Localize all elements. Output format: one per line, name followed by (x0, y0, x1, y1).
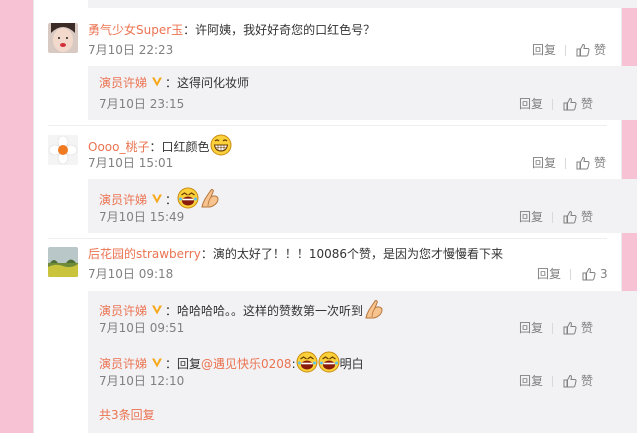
reply-time: 7月10日 23:15 (99, 97, 185, 111)
reply-time: 7月10日 12:10 (99, 374, 185, 388)
reply-button[interactable]: 回复 (519, 96, 543, 112)
verified-v-icon (151, 304, 163, 316)
like-button[interactable]: 赞 (563, 320, 593, 336)
mention-link[interactable]: @遇见快乐0208 (201, 357, 292, 371)
reply-box: 演员许娣 ： 7月10日 15:49 回复 赞 (88, 179, 637, 233)
reply-text-end: 明白 (339, 357, 364, 371)
comment-time: 7月10日 22:23 (88, 43, 174, 57)
pray-hands-emoji-icon (199, 187, 221, 209)
comment-text-line: 后花园的strawberry：演的太好了！！！10086个赞，是因为您才慢慢看下… (88, 246, 503, 262)
thumbs-up-icon (563, 97, 577, 111)
reply-button[interactable]: 回复 (532, 155, 556, 171)
like-label: 赞 (594, 43, 607, 57)
reply-button[interactable]: 回复 (537, 266, 561, 282)
reply-text-line: 演员许娣 ：这得问化妆师 (99, 75, 249, 91)
comment-text-line: 勇气少女Super玉：许阿姨，我好好奇您的口红色号？ (88, 22, 375, 38)
like-button[interactable]: 赞 (563, 209, 593, 225)
reply-author-link[interactable]: 演员许娣 (99, 76, 147, 90)
avatar[interactable] (48, 247, 78, 277)
like-button[interactable]: 赞 (576, 42, 606, 58)
verified-v-icon (151, 193, 163, 205)
laugh-emoji-icon (318, 351, 340, 373)
reply-box: 演员许娣 ：这得问化妆师 7月10日 23:15 回复 赞 (88, 66, 637, 120)
reply-text: ：这得问化妆师 (165, 76, 250, 90)
thumbs-up-icon (563, 210, 577, 224)
thumbs-up-icon (563, 374, 577, 388)
avatar-field-photo-icon (48, 247, 78, 277)
comment-text: ：许阿姨，我好好奇您的口红色号？ (183, 23, 376, 37)
divider (552, 376, 553, 387)
like-button[interactable]: 赞 (563, 373, 593, 389)
reply-author-link[interactable]: 演员许娣 (99, 193, 147, 207)
avatar-photo-icon (48, 23, 78, 53)
reply-box: 演员许娣 ：哈哈哈哈。。这样的赞数第一次听到 7月10日 09:51 回复 赞 演… (88, 291, 637, 433)
grin-emoji-icon (210, 134, 232, 156)
previous-reply-box-bottom (88, 0, 637, 8)
reply-text: ： (165, 193, 178, 207)
reply-text: ：哈哈哈哈。。这样的赞数第一次听到 (165, 304, 364, 318)
reply-time: 7月10日 09:51 (99, 321, 185, 335)
verified-v-icon (151, 76, 163, 88)
comment-text-line: Oooo_桃子：口红颜色 (88, 134, 232, 156)
like-label: 赞 (581, 97, 594, 111)
reply-button[interactable]: 回复 (532, 42, 556, 58)
comment-author-link[interactable]: 后花园的strawberry (88, 247, 201, 261)
avatar[interactable] (48, 23, 78, 53)
divider (552, 212, 553, 223)
reply-button[interactable]: 回复 (519, 373, 543, 389)
laugh-emoji-icon (177, 187, 199, 209)
divider (552, 323, 553, 334)
divider (552, 99, 553, 110)
reply-text-line: 演员许娣 ：哈哈哈哈。。这样的赞数第一次听到 (99, 298, 385, 320)
like-label: 赞 (581, 321, 594, 335)
reply-button[interactable]: 回复 (519, 320, 543, 336)
reply-text-line: 演员许娣 ：回复@遇见快乐0208: 明白 (99, 351, 364, 373)
comment-author-link[interactable]: Oooo_桃子 (88, 140, 149, 154)
verified-v-icon (151, 357, 163, 369)
divider (565, 158, 566, 169)
laugh-emoji-icon (296, 351, 318, 373)
like-button[interactable]: 赞 (563, 96, 593, 112)
reply-text-line: 演员许娣 ： (99, 187, 221, 209)
like-button[interactable]: 3 (582, 266, 608, 282)
like-label: 赞 (581, 374, 594, 388)
divider (570, 269, 571, 280)
thumbs-up-icon (576, 43, 590, 57)
reply-text-prefix: ：回复 (165, 357, 202, 371)
comment-text: ：演的太好了！！！10086个赞，是因为您才慢慢看下来 (200, 247, 504, 261)
pray-hands-emoji-icon (363, 298, 385, 320)
like-label: 赞 (594, 156, 607, 170)
thumbs-up-icon (582, 267, 596, 281)
divider (48, 238, 607, 239)
like-label: 赞 (581, 210, 594, 224)
reply-time: 7月10日 15:49 (99, 210, 185, 224)
thumbs-up-icon (563, 321, 577, 335)
comment-author-link[interactable]: 勇气少女Super玉 (88, 23, 183, 37)
divider (48, 125, 607, 126)
comment-card: 勇气少女Super玉：许阿姨，我好好奇您的口红色号？ 7月10日 22:23 回… (33, 0, 637, 433)
comment-time: 7月10日 15:01 (88, 156, 174, 170)
reply-button[interactable]: 回复 (519, 209, 543, 225)
reply-author-link[interactable]: 演员许娣 (99, 304, 147, 318)
thumbs-up-icon (576, 156, 590, 170)
comment-time: 7月10日 09:18 (88, 267, 174, 281)
avatar[interactable] (48, 135, 78, 165)
reply-author-link[interactable]: 演员许娣 (99, 357, 147, 371)
divider (565, 45, 566, 56)
avatar-flower-icon (48, 135, 78, 165)
like-button[interactable]: 赞 (576, 155, 606, 171)
like-count: 3 (600, 267, 608, 281)
comment-text: ：口红颜色 (149, 140, 210, 154)
more-replies-link[interactable]: 共3条回复 (99, 407, 155, 423)
